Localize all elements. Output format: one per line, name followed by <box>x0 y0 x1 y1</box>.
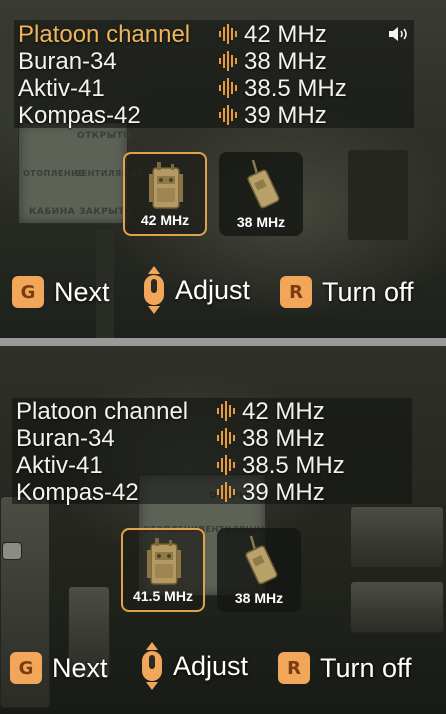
channel-frequency: 38 MHz <box>244 48 327 75</box>
channel-list: Platoon channel Buran-34 Aktiv-41 Kompas… <box>12 398 412 506</box>
channel-name: Buran-34 <box>18 48 117 75</box>
screenshot-divider <box>0 338 446 346</box>
sound-wave-icon <box>217 401 235 421</box>
turn-off-action[interactable]: R Turn off <box>280 276 414 308</box>
turn-off-action[interactable]: R Turn off <box>278 652 412 684</box>
right-panel-upper <box>350 506 444 568</box>
key-r-icon: R <box>278 652 310 684</box>
device-frequency: 38 MHz <box>234 590 284 606</box>
sound-wave-icon <box>219 105 237 125</box>
handheld-radio-icon <box>245 535 278 585</box>
channel-name: Aktiv-41 <box>18 75 105 102</box>
key-r-icon: R <box>280 276 312 308</box>
channel-frequency: 38.5 MHz <box>244 75 347 102</box>
device-card-handheld-radio[interactable]: 38 MHz <box>219 152 303 236</box>
next-action[interactable]: G Next <box>12 276 110 308</box>
sound-wave-icon <box>217 455 235 475</box>
adjust-label: Adjust <box>173 650 249 681</box>
channel-list: Platoon channel Buran-34 Aktiv-41 Kompas… <box>14 20 414 129</box>
sound-wave-icon <box>219 51 237 71</box>
channel-frequency: 39 MHz <box>244 102 327 129</box>
device-card-radio-backpack[interactable]: 42 MHz <box>123 152 207 236</box>
radio-backpack-icon <box>147 538 181 585</box>
adjust-action[interactable]: Adjust <box>141 266 250 314</box>
radio-backpack-icon <box>149 162 183 209</box>
channel-name: Buran-34 <box>16 425 115 452</box>
device-card-radio-backpack[interactable]: 41.5 MHz <box>121 528 205 612</box>
device-frequency: 41.5 MHz <box>133 588 193 604</box>
adjust-action[interactable]: Adjust <box>139 642 248 690</box>
mouse-wheel-icon <box>142 642 162 690</box>
channel-name: Kompas-42 <box>16 479 139 506</box>
channel-frequency: 42 MHz <box>242 398 325 425</box>
mouse-wheel-icon <box>144 266 164 314</box>
key-g-icon: G <box>12 276 44 308</box>
channel-name: Kompas-42 <box>18 102 141 129</box>
channel-name: Platoon channel <box>18 21 191 48</box>
channel-frequency: 39 MHz <box>242 479 325 506</box>
plate-label-cabin: КАБИНА <box>29 207 76 217</box>
small-switch <box>2 542 22 560</box>
radio-panel-top: ОТКРЫТО ОТОПЛЕНИЕ ВЕНТИЛЯЦИЯ КАБИНА ЗАКР… <box>0 0 446 338</box>
ventilation-plate: ОТКРЫТО ОТОПЛЕНИЕ ВЕНТИЛЯЦИЯ КАБИНА ЗАКР… <box>18 122 143 224</box>
speaker-icon <box>389 27 407 41</box>
sound-wave-icon <box>219 24 237 44</box>
right-panel-lower <box>350 581 444 633</box>
channel-name: Platoon channel <box>16 398 189 425</box>
sound-wave-icon <box>217 428 235 448</box>
device-frequency: 38 MHz <box>236 214 286 230</box>
plate-label-open: ОТКРЫТО <box>77 131 132 141</box>
device-card-handheld-radio[interactable]: 38 MHz <box>217 528 301 612</box>
adjust-label: Adjust <box>175 274 251 305</box>
turn-off-label: Turn off <box>322 276 414 307</box>
device-frequency: 42 MHz <box>140 212 190 228</box>
next-label: Next <box>52 652 108 683</box>
channel-frequency: 42 MHz <box>244 21 327 48</box>
sound-wave-icon <box>219 78 237 98</box>
next-label: Next <box>54 276 110 307</box>
channel-frequency: 38 MHz <box>242 425 325 452</box>
metal-panel <box>348 150 408 240</box>
sound-wave-icon <box>217 482 235 502</box>
channel-name: Aktiv-41 <box>16 452 103 479</box>
next-action[interactable]: G Next <box>10 652 108 684</box>
handheld-radio-icon <box>247 159 280 209</box>
turn-off-label: Turn off <box>320 652 412 683</box>
key-g-icon: G <box>10 652 42 684</box>
radio-panel-bottom: ОТКРЫТО ОТОПЛЕНИЕ ВЕНТИЛЯЦИЯ Platoon cha… <box>0 346 446 714</box>
channel-frequency: 38.5 MHz <box>242 452 345 479</box>
